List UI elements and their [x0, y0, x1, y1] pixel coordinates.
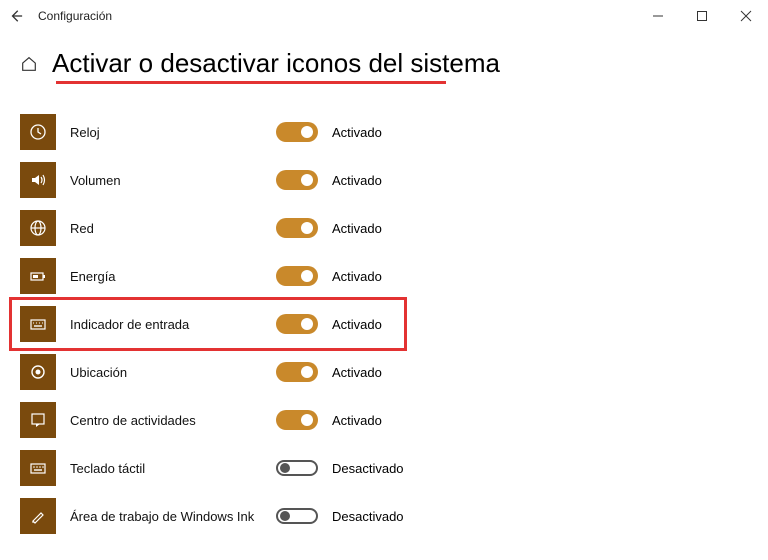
toggle-state-label: Activado: [318, 365, 382, 380]
touch-kbd-icon: [20, 450, 56, 486]
toggle-state-label: Activado: [318, 413, 382, 428]
toggle-action-center[interactable]: [276, 410, 318, 430]
back-button[interactable]: [0, 0, 32, 32]
location-icon: [20, 354, 56, 390]
maximize-button[interactable]: [680, 0, 724, 32]
setting-row-power: Energía Activado: [20, 252, 748, 300]
setting-row-ink: Área de trabajo de Windows Ink Desactivad…: [20, 492, 748, 540]
setting-row-volume: Volumen Activado: [20, 156, 748, 204]
toggle-state-label: Activado: [318, 173, 382, 188]
setting-label: Teclado táctil: [56, 461, 276, 476]
setting-label: Centro de actividades: [56, 413, 276, 428]
network-icon: [20, 210, 56, 246]
setting-label: Área de trabajo de Windows Ink: [56, 509, 276, 524]
setting-row-input: Indicador de entrada Activado: [20, 300, 748, 348]
toggle-state-label: Activado: [318, 125, 382, 140]
titlebar: Configuración: [0, 0, 768, 32]
power-icon: [20, 258, 56, 294]
setting-label: Red: [56, 221, 276, 236]
annotation-underline: [56, 81, 446, 84]
home-icon[interactable]: [20, 55, 38, 73]
page-title: Activar o desactivar iconos del sistema: [52, 48, 500, 79]
toggle-state-label: Activado: [318, 317, 382, 332]
toggle-volume[interactable]: [276, 170, 318, 190]
volume-icon: [20, 162, 56, 198]
setting-row-clock: Reloj Activado: [20, 108, 748, 156]
setting-label: Energía: [56, 269, 276, 284]
settings-list: RelojActivadoVolumenActivadoRedActivadoE…: [20, 108, 748, 540]
setting-label: Volumen: [56, 173, 276, 188]
ink-icon: [20, 498, 56, 534]
close-button[interactable]: [724, 0, 768, 32]
setting-label: Reloj: [56, 125, 276, 140]
setting-row-touch-kbd: Teclado táctil Desactivado: [20, 444, 748, 492]
toggle-location[interactable]: [276, 362, 318, 382]
toggle-state-label: Activado: [318, 221, 382, 236]
input-icon: [20, 306, 56, 342]
toggle-input[interactable]: [276, 314, 318, 334]
toggle-state-label: Desactivado: [318, 509, 404, 524]
toggle-state-label: Desactivado: [318, 461, 404, 476]
setting-row-location: Ubicación Activado: [20, 348, 748, 396]
action-center-icon: [20, 402, 56, 438]
setting-label: Ubicación: [56, 365, 276, 380]
toggle-state-label: Activado: [318, 269, 382, 284]
setting-label: Indicador de entrada: [56, 317, 276, 332]
setting-row-network: Red Activado: [20, 204, 748, 252]
toggle-clock[interactable]: [276, 122, 318, 142]
clock-icon: [20, 114, 56, 150]
toggle-ink[interactable]: [276, 508, 318, 524]
minimize-button[interactable]: [636, 0, 680, 32]
setting-row-action-center: Centro de actividades Activado: [20, 396, 748, 444]
toggle-network[interactable]: [276, 218, 318, 238]
toggle-power[interactable]: [276, 266, 318, 286]
app-title: Configuración: [32, 9, 112, 23]
toggle-touch-kbd[interactable]: [276, 460, 318, 476]
